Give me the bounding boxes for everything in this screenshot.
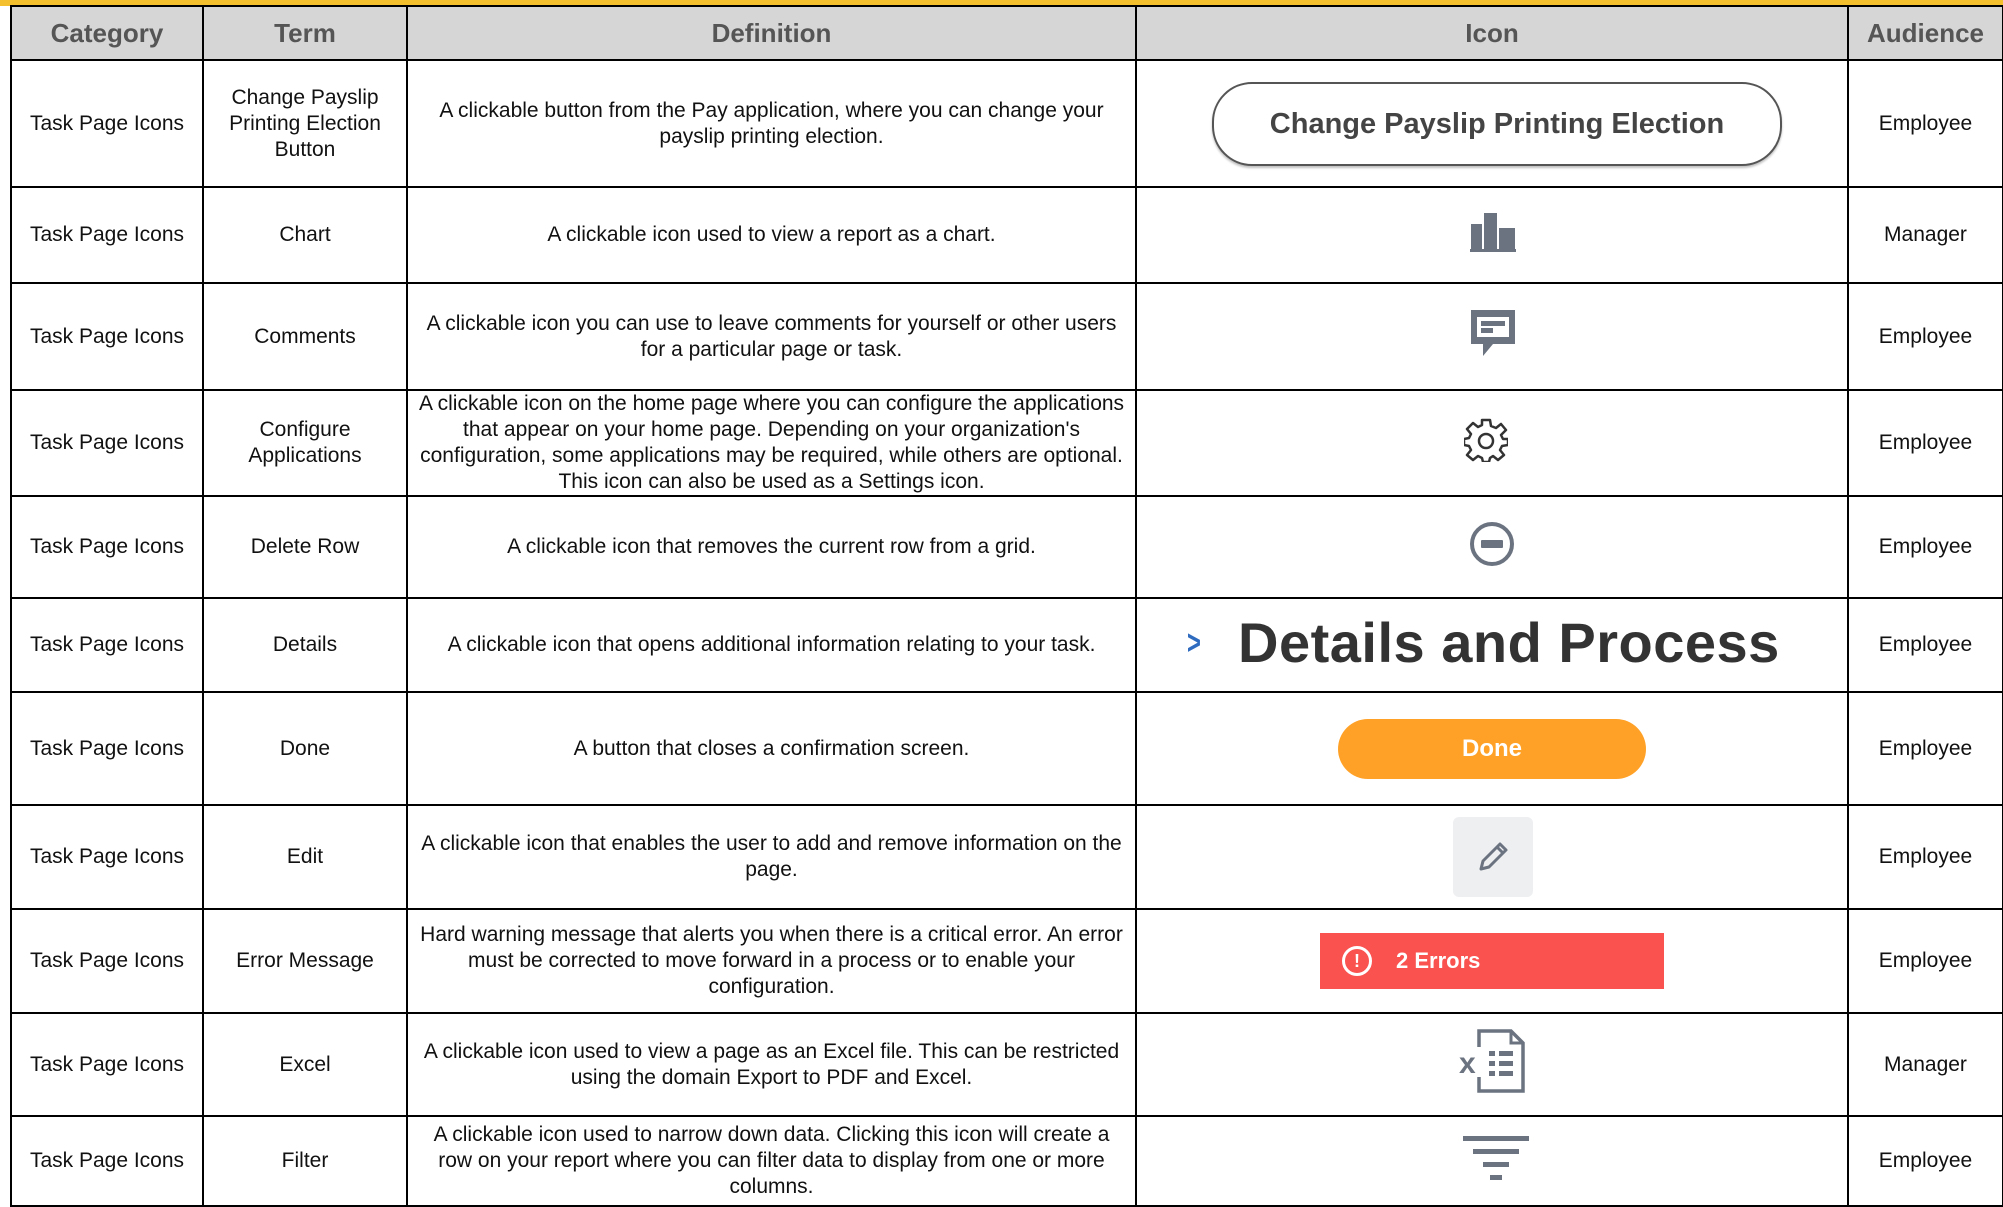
term-cell: Excel <box>202 1012 408 1117</box>
definition-cell: A clickable icon that opens additional i… <box>406 597 1137 693</box>
chart-icon[interactable] <box>1470 212 1516 252</box>
icon-cell <box>1135 1115 1849 1207</box>
edit-button[interactable] <box>1453 817 1533 897</box>
audience-cell: Manager <box>1847 1012 2003 1117</box>
done-button[interactable]: Done <box>1338 718 1646 779</box>
table-row: Task Page Icons Change Payslip Printing … <box>10 59 2003 188</box>
icon-cell <box>1135 186 1849 284</box>
icon-cell: x <box>1135 1012 1849 1117</box>
gear-icon[interactable] <box>1462 418 1510 463</box>
term-cell: Error Message <box>202 908 408 1014</box>
definition-cell: A clickable icon used to narrow down dat… <box>406 1115 1137 1207</box>
table-header-row: Category Term Definition Icon Audience <box>10 5 2003 61</box>
definition-cell: A clickable icon that enables the user t… <box>406 804 1137 910</box>
definition-cell: A clickable icon on the home page where … <box>406 389 1137 497</box>
change-payslip-button[interactable]: Change Payslip Printing Election <box>1212 81 1782 166</box>
term-cell: Delete Row <box>202 495 408 599</box>
audience-cell: Employee <box>1847 1115 2003 1207</box>
table-row: Task Page Icons Comments A clickable ico… <box>10 282 2003 391</box>
category-cell: Task Page Icons <box>10 389 204 497</box>
header-definition: Definition <box>406 5 1137 61</box>
header-audience: Audience <box>1847 5 2003 61</box>
category-cell: Task Page Icons <box>10 804 204 910</box>
audience-cell: Employee <box>1847 908 2003 1014</box>
table-row: Task Page Icons Configure Applications A… <box>10 389 2003 497</box>
definition-cell: Hard warning message that alerts you whe… <box>406 908 1137 1014</box>
icon-glossary-table: Category Term Definition Icon Audience T… <box>10 5 2003 1207</box>
header-category: Category <box>10 5 204 61</box>
icon-cell: ! 2 Errors <box>1135 908 1849 1014</box>
category-cell: Task Page Icons <box>10 186 204 284</box>
details-toggle[interactable]: > Details and Process <box>1184 610 1780 674</box>
pencil-icon <box>1479 842 1508 871</box>
definition-cell: A clickable icon used to view a report a… <box>406 186 1137 284</box>
term-cell: Configure Applications <box>202 389 408 497</box>
header-icon: Icon <box>1135 5 1849 61</box>
table-row: Task Page Icons Excel A clickable icon u… <box>10 1012 2003 1117</box>
audience-cell: Employee <box>1847 59 2003 188</box>
header-term: Term <box>202 5 408 61</box>
details-label: Details and Process <box>1238 610 1780 674</box>
glossary-page: Category Term Definition Icon Audience T… <box>0 0 2003 1207</box>
icon-cell <box>1135 495 1849 599</box>
icon-cell: Change Payslip Printing Election <box>1135 59 1849 188</box>
definition-cell: A clickable button from the Pay applicat… <box>406 59 1137 188</box>
alert-circle-icon: ! <box>1342 946 1372 976</box>
category-cell: Task Page Icons <box>10 495 204 599</box>
icon-cell: Done <box>1135 691 1849 806</box>
icon-cell: > Details and Process <box>1135 597 1849 693</box>
definition-cell: A clickable icon you can use to leave co… <box>406 282 1137 391</box>
audience-cell: Employee <box>1847 389 2003 497</box>
table-row: Task Page Icons Details A clickable icon… <box>10 597 2003 693</box>
category-cell: Task Page Icons <box>10 691 204 806</box>
definition-cell: A button that closes a confirmation scre… <box>406 691 1137 806</box>
excel-icon[interactable]: x <box>1459 1029 1525 1093</box>
table-row: Task Page Icons Delete Row A clickable i… <box>10 495 2003 599</box>
term-cell: Done <box>202 691 408 806</box>
error-count-label: 2 Errors <box>1396 948 1481 973</box>
category-cell: Task Page Icons <box>10 908 204 1014</box>
minus-circle-icon[interactable] <box>1468 520 1516 568</box>
definition-cell: A clickable icon that removes the curren… <box>406 495 1137 599</box>
icon-cell <box>1135 804 1849 910</box>
audience-cell: Employee <box>1847 804 2003 910</box>
category-cell: Task Page Icons <box>10 597 204 693</box>
term-cell: Chart <box>202 186 408 284</box>
category-cell: Task Page Icons <box>10 59 204 188</box>
chevron-right-icon: > <box>1187 623 1202 662</box>
table-row: Task Page Icons Done A button that close… <box>10 691 2003 806</box>
category-cell: Task Page Icons <box>10 1012 204 1117</box>
term-cell: Comments <box>202 282 408 391</box>
table-row: Task Page Icons Error Message Hard warni… <box>10 908 2003 1014</box>
comment-icon[interactable] <box>1469 308 1517 358</box>
audience-cell: Employee <box>1847 495 2003 599</box>
term-cell: Filter <box>202 1115 408 1207</box>
term-cell: Details <box>202 597 408 693</box>
icon-cell <box>1135 282 1849 391</box>
svg-text:x: x <box>1459 1047 1476 1080</box>
audience-cell: Employee <box>1847 691 2003 806</box>
error-banner[interactable]: ! 2 Errors <box>1320 933 1664 989</box>
term-cell: Edit <box>202 804 408 910</box>
category-cell: Task Page Icons <box>10 282 204 391</box>
icon-cell <box>1135 389 1849 497</box>
filter-icon[interactable] <box>1461 1133 1531 1183</box>
audience-cell: Manager <box>1847 186 2003 284</box>
term-cell: Change Payslip Printing Election Button <box>202 59 408 188</box>
audience-cell: Employee <box>1847 282 2003 391</box>
table-row: Task Page Icons Filter A clickable icon … <box>10 1115 2003 1207</box>
audience-cell: Employee <box>1847 597 2003 693</box>
definition-cell: A clickable icon used to view a page as … <box>406 1012 1137 1117</box>
category-cell: Task Page Icons <box>10 1115 204 1207</box>
table-row: Task Page Icons Edit A clickable icon th… <box>10 804 2003 910</box>
table-row: Task Page Icons Chart A clickable icon u… <box>10 186 2003 284</box>
